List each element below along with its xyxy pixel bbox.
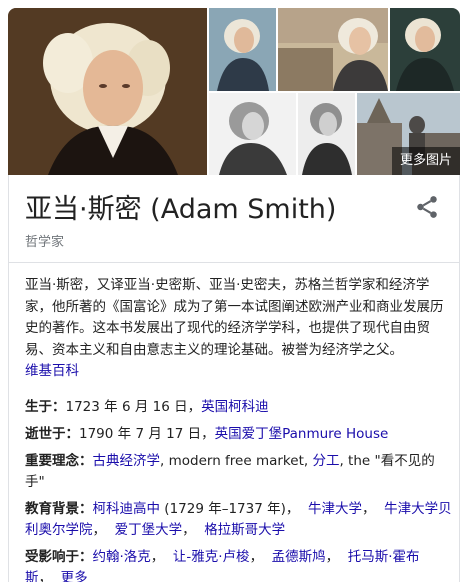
birthplace-link[interactable]: 英国柯科迪	[201, 399, 269, 415]
deathplace-link[interactable]: 英国爱丁堡Panmure House	[215, 426, 389, 442]
idea-text: modern free market	[168, 453, 304, 469]
school-link[interactable]: 牛津大学	[308, 501, 362, 517]
share-button[interactable]	[414, 194, 440, 220]
entity-subtitle: 哲学家	[25, 235, 65, 250]
fact-education: 教育背景：柯科迪高中 (1729 年–1737 年)， 牛津大学， 牛津大学贝利…	[25, 501, 452, 538]
school-link[interactable]: 爱丁堡大学	[115, 522, 183, 538]
description-text: 亚当·斯密，又译亚当·史密斯、亚当·史密夫，苏格兰哲学家和经济学家，他所著的《国…	[25, 277, 444, 358]
divider	[9, 262, 459, 263]
fact-died: 逝世于：1790 年 7 月 17 日，英国爱丁堡Panmure House	[25, 424, 453, 445]
portrait-image-3[interactable]	[278, 8, 388, 91]
fact-label: 生于：	[25, 399, 66, 415]
entity-title: 亚当·斯密 (Adam Smith)	[25, 194, 337, 225]
fact-born: 生于：1723 年 6 月 16 日，英国柯科迪	[25, 397, 453, 418]
fact-label: 受影响于：	[25, 549, 93, 565]
knowledge-panel: 亚当·斯密 (Adam Smith) 哲学家 亚当·斯密，又译亚当·史密斯、亚当…	[8, 175, 460, 582]
school-link[interactable]: 柯科迪高中	[93, 501, 161, 517]
portrait-image-4[interactable]	[390, 8, 460, 91]
portrait-image-6[interactable]	[298, 93, 355, 175]
fact-influenced-by: 受影响于：约翰·洛克， 让-雅克·卢梭， 孟德斯鸠， 托马斯·霍布斯， 更多	[25, 547, 453, 582]
idea-link[interactable]: 分工	[312, 453, 339, 469]
wikipedia-link[interactable]: 维基百科	[25, 363, 79, 379]
education-years: (1729 年–1737 年)，	[164, 501, 300, 517]
influence-link[interactable]: 孟德斯鸠	[272, 549, 326, 565]
image-gallery: 更多图片	[8, 8, 460, 175]
portrait-image-main[interactable]	[8, 8, 207, 175]
idea-link[interactable]: 古典经济学	[93, 453, 161, 469]
portrait-image-5[interactable]	[209, 93, 296, 175]
fact-label: 逝世于：	[25, 426, 79, 442]
fact-value: 1790 年 7 月 17 日，	[79, 426, 215, 442]
facts-list: 生于：1723 年 6 月 16 日，英国柯科迪 逝世于：1790 年 7 月 …	[25, 397, 453, 582]
school-link[interactable]: 格拉斯哥大学	[204, 522, 285, 538]
influence-link[interactable]: 约翰·洛克	[93, 549, 151, 565]
more-photos-button[interactable]: 更多图片	[391, 147, 460, 175]
fact-value: 1723 年 6 月 16 日，	[65, 399, 202, 415]
fact-label: 教育背景：	[25, 501, 93, 517]
influence-link[interactable]: 让-雅克·卢梭	[173, 549, 250, 565]
fact-ideas: 重要理念：古典经济学, modern free market, 分工, the …	[25, 453, 435, 490]
fact-label: 重要理念：	[25, 453, 93, 469]
share-icon	[417, 196, 437, 218]
description: 亚当·斯密，又译亚当·史密斯、亚当·史密夫，苏格兰哲学家和经济学家，他所著的《国…	[25, 275, 449, 383]
portrait-image-2[interactable]	[209, 8, 276, 91]
more-influences-link[interactable]: 更多	[61, 570, 88, 582]
